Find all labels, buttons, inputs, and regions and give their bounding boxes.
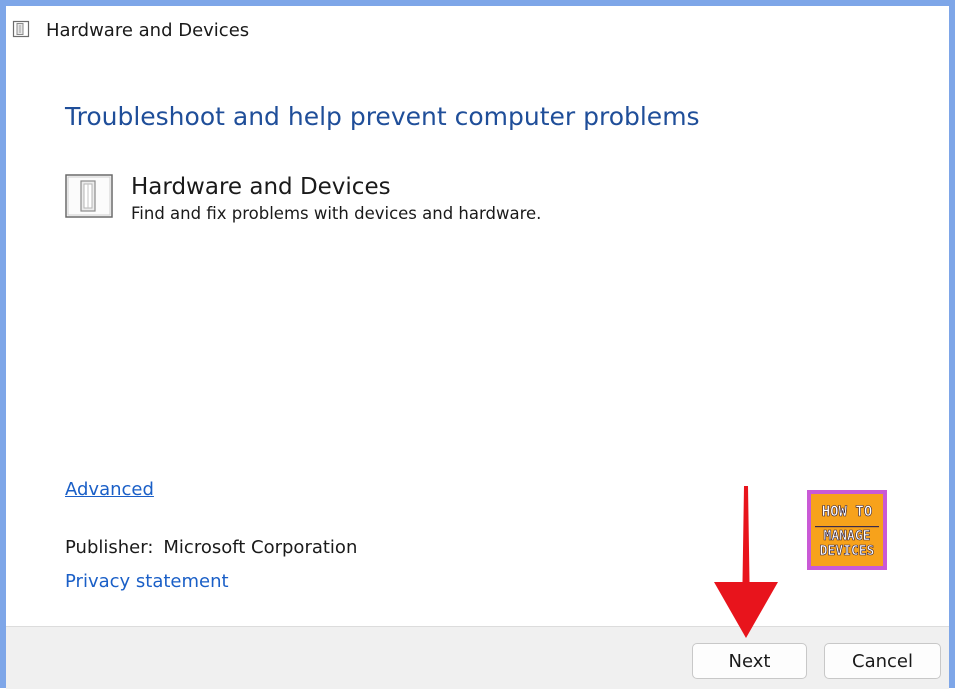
publisher-label: Publisher: [65, 537, 154, 558]
next-button[interactable]: Next [692, 643, 807, 679]
hardware-devices-icon [65, 174, 113, 218]
logo-line-1: HOW TO [822, 504, 873, 520]
title-bar: Hardware and Devices [6, 6, 949, 54]
troubleshooter-window: Hardware and Devices Troubleshoot and he… [0, 0, 955, 689]
red-down-arrow-icon [714, 486, 778, 638]
publisher-value: Microsoft Corporation [163, 537, 358, 558]
privacy-statement-link[interactable]: Privacy statement [65, 570, 229, 594]
dialog-footer: Next Cancel [6, 626, 949, 689]
page-heading: Troubleshoot and help prevent computer p… [65, 102, 700, 131]
advanced-link[interactable]: Advanced [65, 478, 154, 502]
troubleshooter-name: Hardware and Devices [131, 174, 391, 200]
troubleshooter-description: Find and fix problems with devices and h… [131, 204, 542, 223]
hardware-devices-icon [12, 20, 30, 38]
logo-line-2: MANAGE [824, 529, 871, 544]
cancel-button[interactable]: Cancel [824, 643, 941, 679]
publisher-info: Publisher: Microsoft Corporation [65, 536, 357, 560]
logo-line-3: DEVICES [820, 544, 875, 559]
window-title: Hardware and Devices [46, 20, 250, 41]
how-to-manage-devices-logo: HOW TO MANAGE DEVICES [807, 490, 887, 570]
